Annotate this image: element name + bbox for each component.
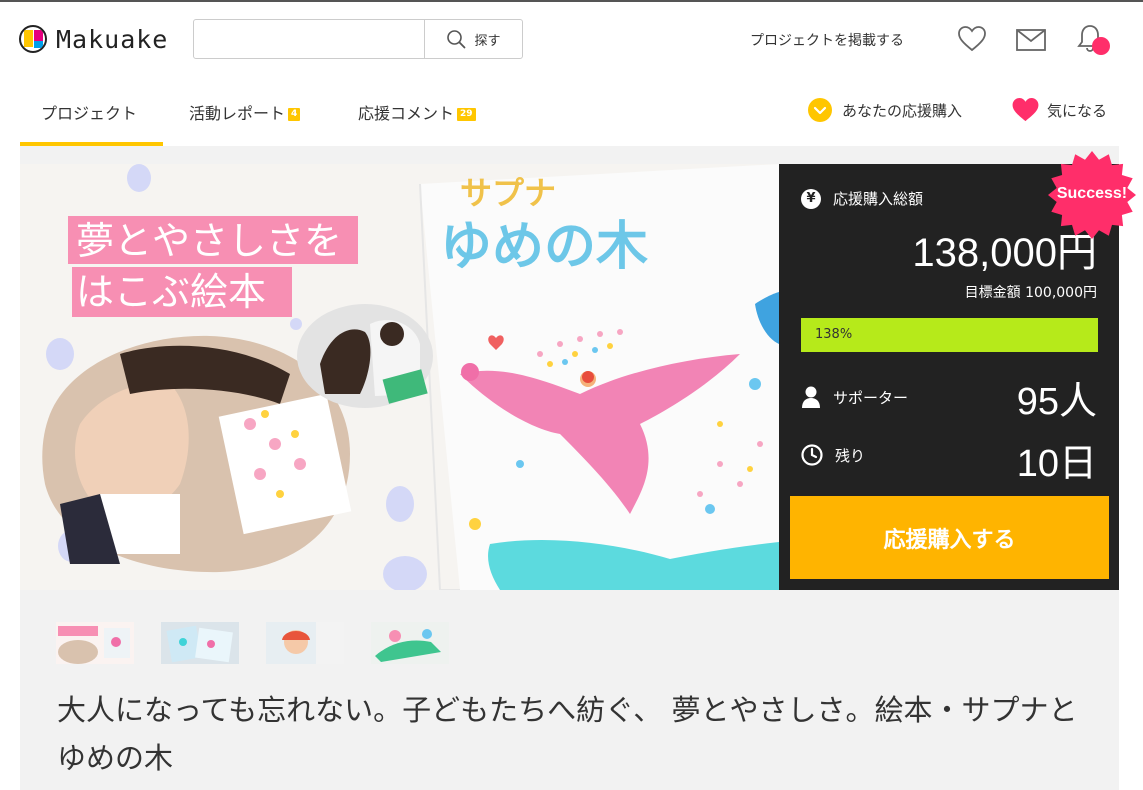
- chevron-down-circle-icon: [808, 98, 832, 122]
- post-project-link[interactable]: プロジェクトを掲載する: [750, 30, 904, 50]
- supporters-label: サポーター: [833, 388, 909, 407]
- tab-activity-report[interactable]: 活動レポート 4: [189, 100, 301, 124]
- hero-illustration: サプナ ゆめの木 夢とやさしさを はこぶ絵本: [20, 164, 779, 590]
- thumbnail-2[interactable]: [161, 622, 239, 664]
- total-label: 応援購入総額: [833, 190, 924, 208]
- clock-icon: [801, 444, 823, 466]
- thumbnail-3[interactable]: [266, 622, 344, 664]
- person-icon: [802, 386, 820, 408]
- tab-label: プロジェクト: [41, 104, 138, 123]
- site-header: Makuake 探す プロジェクトを掲載する: [0, 2, 1143, 74]
- yen-icon: ¥: [801, 188, 821, 209]
- heart-filled-icon: [1012, 98, 1039, 122]
- remaining-row: 残り: [801, 444, 865, 466]
- logo-mark-icon: [19, 25, 47, 53]
- book-title-main: ゆめの木: [440, 217, 648, 277]
- search-button[interactable]: 探す: [424, 20, 522, 58]
- favorite-label: 気になる: [1047, 101, 1108, 120]
- favorite-button[interactable]: 気になる: [1012, 98, 1107, 122]
- supporters-row: サポーター: [801, 386, 908, 408]
- hero-catch-line2: はこぶ絵本: [76, 270, 266, 314]
- tab-support-comments[interactable]: 応援コメント 29: [358, 100, 476, 124]
- supporters-count: 95人: [1016, 381, 1097, 423]
- hero-catch-line1: 夢とやさしさを: [76, 219, 342, 263]
- book-title-top: サプナ: [460, 174, 556, 212]
- success-badge-label: Success!: [1056, 185, 1128, 202]
- thumbnail-4[interactable]: [371, 622, 449, 664]
- project-title: 大人になっても忘れない。子どもたちへ紡ぐ、 夢とやさしさ。絵本・サプナとゆめの木: [57, 693, 1078, 775]
- search-input[interactable]: [194, 20, 424, 58]
- mail-icon[interactable]: [1016, 29, 1046, 51]
- goal-amount: 目標金額 100,000円: [964, 285, 1097, 301]
- support-purchase-button[interactable]: 応援購入する: [790, 496, 1109, 579]
- tab-count-badge: 4: [288, 107, 301, 121]
- search-icon: [447, 30, 466, 49]
- makuake-logo[interactable]: Makuake: [19, 24, 168, 54]
- total-label-row: ¥ 応援購入総額: [801, 188, 923, 209]
- heart-icon[interactable]: [958, 26, 986, 52]
- remaining-label: 残り: [835, 446, 866, 465]
- remaining-days: 10日: [1016, 443, 1097, 485]
- tab-label: 応援コメント: [358, 104, 455, 123]
- search-button-label: 探す: [474, 33, 501, 49]
- notification-badge: [1092, 37, 1110, 55]
- tab-count-badge: 29: [457, 107, 476, 121]
- your-support-purchase-button[interactable]: あなたの応援購入: [808, 98, 962, 122]
- logo-text: Makuake: [56, 24, 169, 54]
- project-tabs: プロジェクト 活動レポート 4 応援コメント 29 あなたの応援購入 気になる: [0, 78, 1143, 146]
- funding-progress-bar: 138%: [801, 318, 1098, 352]
- tab-label: 活動レポート: [189, 104, 286, 123]
- search-box: 探す: [193, 19, 523, 59]
- your-support-purchase-label: あなたの応援購入: [842, 101, 963, 120]
- image-thumbnails: [56, 622, 476, 664]
- thumbnail-1[interactable]: [56, 622, 134, 664]
- progress-percent-label: 138%: [815, 327, 853, 342]
- tab-project[interactable]: プロジェクト: [41, 100, 137, 124]
- project-hero-image: サプナ ゆめの木 夢とやさしさを はこぶ絵本: [20, 164, 779, 590]
